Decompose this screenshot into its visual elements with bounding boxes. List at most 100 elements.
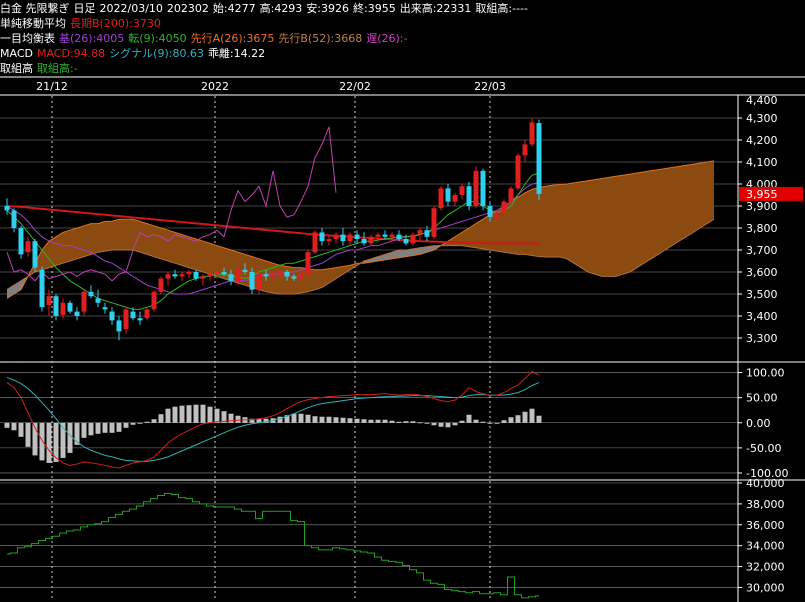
cloud-segment	[546, 185, 553, 258]
macd-hist-bar	[46, 422, 52, 463]
macd-hist-bar	[473, 419, 479, 423]
macd-hist-bar	[193, 404, 199, 423]
cloud-segment	[315, 269, 322, 290]
chart-canvas: 21/12 2022 22/02 22/03 3,300 3,400 3,500 3,600 3…	[0, 76, 805, 602]
cloud-segment	[77, 225, 84, 259]
candle-body	[508, 188, 514, 202]
candle-body	[459, 186, 465, 195]
oi-axis-tick-label: 34,000	[746, 540, 785, 553]
oi-axis-tick-label: 36,000	[746, 519, 785, 532]
price-axis-tick-label: 3,500	[746, 288, 778, 301]
cloud-segment	[182, 234, 189, 268]
cloud-segment	[462, 228, 469, 247]
macd-hist-bar	[340, 417, 346, 423]
cloud-segment	[98, 221, 105, 253]
cloud-segment	[119, 219, 126, 250]
cloud-segment	[161, 228, 168, 261]
cloud-segment	[483, 214, 490, 250]
cloud-segment	[553, 184, 560, 258]
macd-hist-bar	[333, 417, 339, 423]
macd-hist-bar	[235, 415, 241, 423]
cloud-segment	[210, 243, 217, 277]
candle-body	[249, 272, 255, 290]
macd-hist-bar	[515, 415, 521, 423]
candle-body	[347, 234, 353, 242]
candle-body	[480, 170, 486, 206]
cloud-segment	[126, 219, 133, 250]
oi-axis-tick-label: 32,000	[746, 561, 785, 574]
macd-axis-tick-label: 0.00	[746, 417, 771, 430]
candle-body	[130, 311, 136, 319]
candle-body	[116, 320, 122, 332]
cloud-segment	[105, 221, 112, 252]
candle-body	[53, 296, 59, 316]
macd-hist-bar	[305, 414, 311, 423]
macd-hist-bar	[326, 416, 332, 423]
current-price-label: 3,955	[746, 188, 778, 201]
macd-hist-bar	[319, 416, 325, 423]
candle-body	[74, 311, 80, 316]
cloud-segment	[70, 228, 77, 261]
macd-hist-bar	[445, 422, 451, 428]
cloud-segment	[322, 268, 329, 288]
candle-body	[326, 239, 332, 242]
cloud-segment	[560, 184, 567, 259]
price-plot	[4, 118, 715, 341]
candle-body	[410, 234, 416, 244]
macd-hist-bar	[95, 422, 101, 434]
candle-body	[305, 252, 311, 275]
candle-body	[207, 274, 213, 277]
macd-hist-bar	[172, 406, 178, 423]
cloud-segment	[595, 178, 602, 277]
macd-hist-bar	[508, 417, 514, 423]
macd-hist-bar	[403, 421, 409, 423]
macd-hist-bar	[130, 422, 136, 425]
macd-hist-bar	[368, 419, 374, 423]
cloud-segment	[525, 189, 532, 256]
macd-hist-bar	[389, 420, 395, 423]
macd-hist-bar	[466, 414, 472, 423]
cloud-segment	[147, 223, 154, 257]
macd-hist-bar	[165, 408, 171, 423]
macd-axis-tick-label: 50.00	[746, 392, 778, 405]
candle-body	[263, 274, 269, 277]
candle-body	[431, 208, 437, 237]
cloud-segment	[56, 232, 63, 266]
candle-body	[396, 234, 402, 239]
price-axis-tick-label: 4,200	[746, 134, 778, 147]
macd-hist-bar	[123, 422, 129, 428]
cloud-segment	[700, 162, 707, 228]
cloud-segment	[644, 170, 651, 264]
candle-body	[158, 278, 164, 292]
date-tick-label: 22/02	[339, 80, 371, 93]
date-tick-label: 21/12	[36, 80, 68, 93]
candle-body	[32, 241, 38, 268]
candle-body	[494, 212, 500, 217]
cloud-segment	[154, 225, 161, 259]
candle-body	[25, 241, 31, 253]
candle-body	[270, 274, 276, 277]
oi-axis-tick-label: 40,000	[746, 477, 785, 490]
cloud-segment	[665, 167, 672, 250]
price-axis-tick-label: 3,800	[746, 222, 778, 235]
candle-body	[46, 296, 52, 305]
macd-hist-bar	[347, 418, 353, 423]
macd-hist-bar	[424, 422, 430, 424]
candle-body	[501, 201, 507, 213]
cloud-segment	[651, 169, 658, 259]
candle-body	[298, 274, 304, 279]
candle-body	[200, 276, 206, 279]
cloud-segment	[602, 177, 609, 277]
macd-hist-bar	[4, 422, 10, 428]
macd-hist-bar	[480, 421, 486, 423]
cloud-segment	[588, 179, 595, 275]
macd-hist-bar	[375, 419, 381, 423]
candle-body	[214, 272, 220, 275]
macd-hist-bar	[88, 422, 94, 436]
macd-axis-tick-label: -50.00	[746, 442, 781, 455]
candle-body	[361, 239, 367, 244]
macd-hist-bar	[354, 418, 360, 423]
macd-hist-bar	[39, 422, 45, 461]
candle-body	[515, 155, 521, 189]
candle-body	[452, 195, 458, 202]
